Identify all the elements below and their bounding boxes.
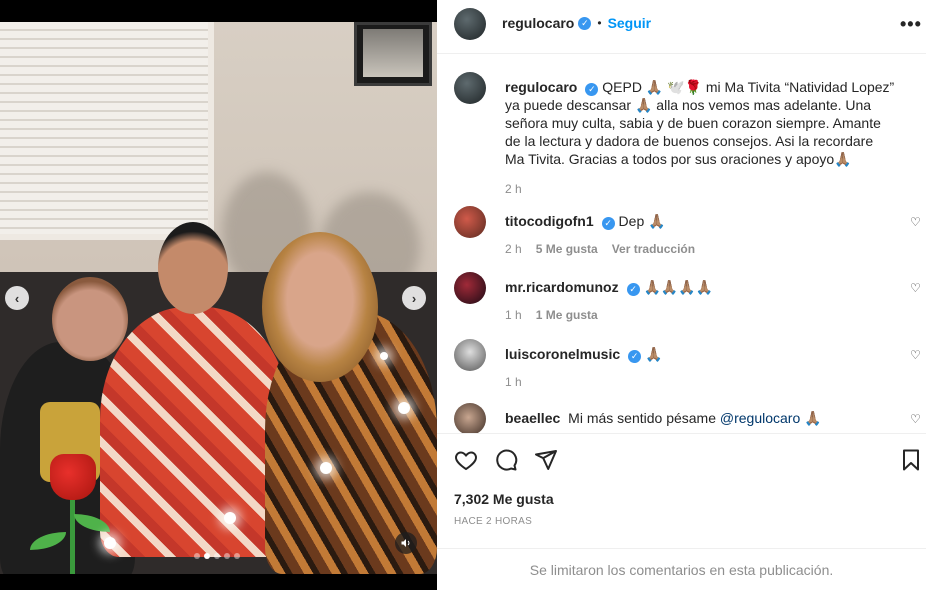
post-timestamp: HACE 2 HORAS bbox=[454, 516, 533, 527]
comments-limited-notice: Se limitaron los comentarios en esta pub… bbox=[437, 548, 926, 590]
comment-like-button[interactable]: ♡ bbox=[910, 348, 921, 362]
window-blinds bbox=[0, 22, 214, 240]
likes-count[interactable]: 7,302 Me gusta bbox=[454, 491, 554, 507]
carousel-indicator bbox=[194, 553, 240, 559]
comment-time: 1 h bbox=[505, 308, 522, 322]
comment-avatar[interactable] bbox=[454, 403, 486, 433]
separator-dot: • bbox=[597, 16, 602, 30]
comment-bubble-icon[interactable] bbox=[494, 448, 518, 472]
comment-avatar[interactable] bbox=[454, 339, 486, 371]
more-options-button[interactable]: ••• bbox=[900, 14, 922, 35]
post-side-panel: regulocaro ✓ • Seguir ••• regulocaro ✓ QE… bbox=[437, 0, 926, 590]
comment-username[interactable]: titocodigofn1 bbox=[505, 213, 594, 229]
carousel-dot bbox=[204, 553, 210, 559]
post-actions: 7,302 Me gusta HACE 2 HORAS bbox=[437, 433, 926, 548]
speaker-icon bbox=[401, 539, 410, 547]
comment-likes[interactable]: 5 Me gusta bbox=[536, 240, 598, 258]
comment-username[interactable]: luiscoronelmusic bbox=[505, 346, 620, 362]
comment-mention-link[interactable]: @regulocaro bbox=[720, 410, 800, 426]
comment-text: Mi más sentido pésame bbox=[568, 410, 720, 426]
carousel-dot bbox=[224, 553, 230, 559]
chevron-right-icon: › bbox=[411, 290, 417, 306]
comment-like-button[interactable]: ♡ bbox=[910, 412, 921, 426]
heart-outline-icon: ♡ bbox=[910, 348, 921, 362]
comment-avatar[interactable] bbox=[454, 206, 486, 238]
author-username[interactable]: regulocaro bbox=[502, 15, 574, 31]
carousel-dot bbox=[194, 553, 200, 559]
post-header: regulocaro ✓ • Seguir ••• bbox=[437, 0, 926, 54]
rose-sticker bbox=[70, 492, 75, 574]
comment-text: Dep 🙏🏽 bbox=[618, 213, 666, 229]
heart-outline-icon: ♡ bbox=[910, 281, 921, 295]
chevron-left-icon: ‹ bbox=[14, 290, 20, 306]
share-send-icon[interactable] bbox=[534, 448, 558, 472]
comment-text-end: 🙏🏽 bbox=[800, 410, 822, 426]
post-media: ‹ › bbox=[0, 0, 437, 590]
comment-like-button[interactable]: ♡ bbox=[910, 281, 921, 295]
more-horizontal-icon: ••• bbox=[900, 14, 922, 34]
audio-toggle-button[interactable] bbox=[395, 532, 417, 554]
verified-badge-icon: ✓ bbox=[585, 82, 599, 96]
see-translation-button[interactable]: Ver traducción bbox=[612, 240, 695, 258]
verified-badge-icon: ✓ bbox=[601, 216, 615, 230]
comment-text: 🙏🏽 bbox=[645, 346, 663, 362]
follow-button[interactable]: Seguir bbox=[608, 15, 652, 31]
carousel-next-button[interactable]: › bbox=[402, 286, 426, 310]
comment-username[interactable]: beaellec bbox=[505, 410, 560, 426]
post-photo bbox=[0, 22, 437, 574]
save-bookmark-icon[interactable] bbox=[899, 448, 923, 472]
instagram-post-modal: ‹ › regulocaro ✓ • Seguir ••• regulocaro… bbox=[0, 0, 926, 590]
caption-time: 2 h bbox=[505, 182, 522, 196]
caption-username[interactable]: regulocaro bbox=[505, 79, 577, 95]
verified-badge-icon: ✓ bbox=[628, 349, 642, 363]
comment-like-button[interactable]: ♡ bbox=[910, 215, 921, 229]
verified-badge-icon: ✓ bbox=[578, 16, 592, 30]
comment-time: 1 h bbox=[505, 375, 522, 389]
comments-list[interactable]: regulocaro ✓ QEPD 🙏🏽 🕊️🌹 mi Ma Tivita “Na… bbox=[437, 55, 926, 433]
author-avatar[interactable] bbox=[454, 8, 486, 40]
comment-avatar[interactable] bbox=[454, 272, 486, 304]
carousel-dot bbox=[214, 553, 220, 559]
carousel-dot bbox=[234, 553, 240, 559]
comment-likes[interactable]: 1 Me gusta bbox=[536, 306, 598, 324]
heart-outline-icon: ♡ bbox=[910, 215, 921, 229]
wall-picture-frame bbox=[354, 22, 432, 86]
carousel-prev-button[interactable]: ‹ bbox=[5, 286, 29, 310]
comment-time: 2 h bbox=[505, 242, 522, 256]
heart-outline-icon: ♡ bbox=[910, 412, 921, 426]
comment-text: 🙏🏽🙏🏽🙏🏽🙏🏽 bbox=[643, 279, 714, 295]
verified-badge-icon: ✓ bbox=[626, 282, 640, 296]
like-heart-icon[interactable] bbox=[454, 448, 478, 472]
caption-avatar[interactable] bbox=[454, 72, 486, 104]
comment-username[interactable]: mr.ricardomunoz bbox=[505, 279, 619, 295]
rose-flower-icon bbox=[50, 454, 96, 500]
